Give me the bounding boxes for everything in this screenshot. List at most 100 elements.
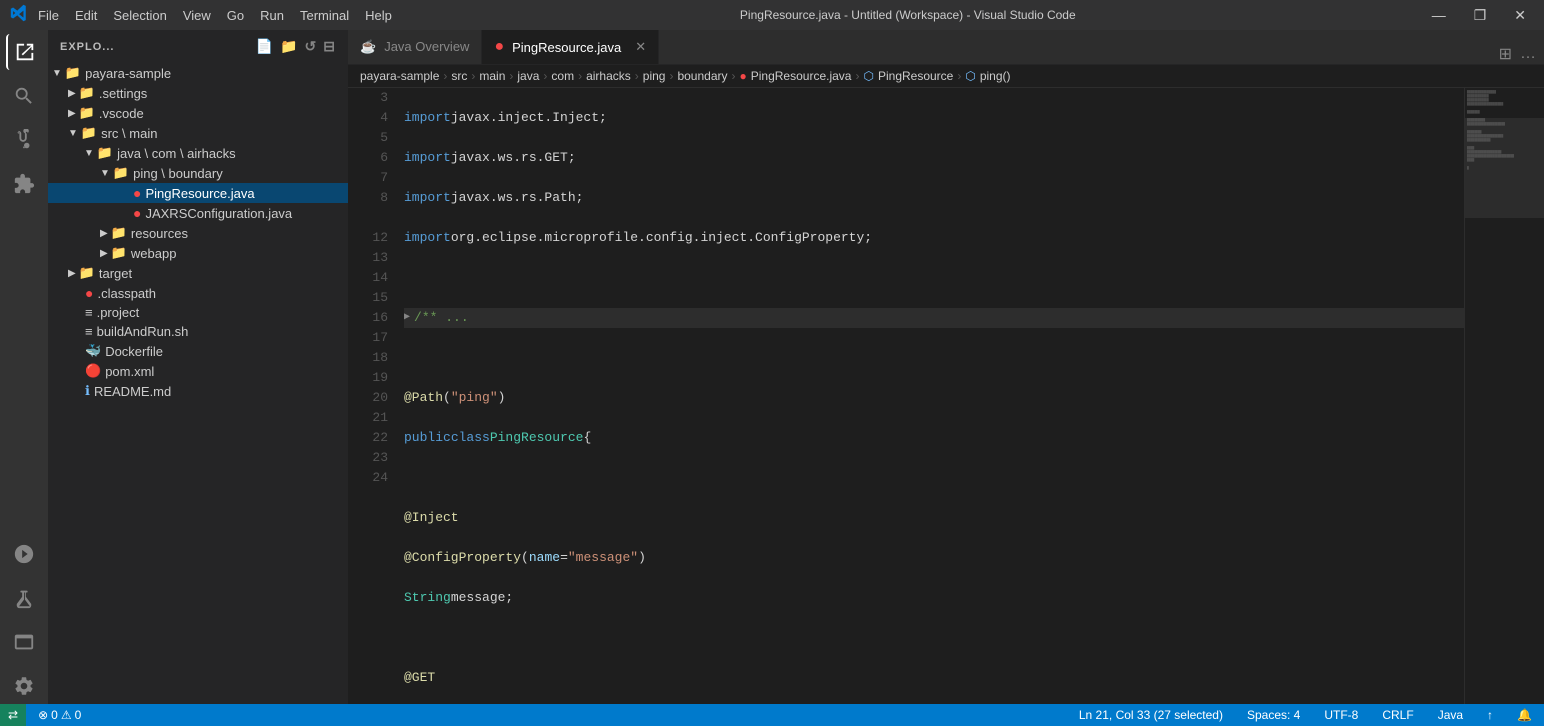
activity-remote[interactable] [6, 624, 42, 660]
breadcrumb-ping[interactable]: ping [643, 69, 666, 83]
tree-item-settings[interactable]: ▶ 📁 .settings [48, 83, 348, 103]
titlebar: File Edit Selection View Go Run Terminal… [0, 0, 1544, 30]
menu-terminal[interactable]: Terminal [300, 8, 349, 23]
activity-source-control[interactable] [6, 122, 42, 158]
editor-area: ☕ Java Overview ● PingResource.java ✕ ⊞ … [348, 30, 1544, 704]
sidebar-title: EXPLO... [60, 41, 114, 53]
fold-arrow-icon[interactable]: ▶ [404, 308, 410, 328]
sync-icon[interactable]: ↑ [1483, 708, 1497, 722]
folder-icon: 📁 [113, 165, 129, 181]
menu-selection[interactable]: Selection [113, 8, 166, 23]
folder-icon: 📁 [111, 245, 127, 261]
tree-item-label: JAXRSConfiguration.java [145, 206, 292, 221]
warning-number: 0 [75, 708, 82, 722]
code-editor[interactable]: 3 4 5 6 7 8 12 13 14 15 16 17 18 19 20 2… [348, 88, 1544, 704]
code-line-19: @GET [404, 668, 1464, 688]
more-actions-icon[interactable]: … [1520, 45, 1536, 63]
new-file-icon[interactable]: 📄 [256, 38, 274, 55]
chevron-right-icon: ▶ [68, 88, 76, 99]
code-line-5: import javax.ws.rs.Path; [404, 188, 1464, 208]
menu-run[interactable]: Run [260, 8, 284, 23]
tree-item-label: resources [131, 226, 188, 241]
breadcrumb-pingresource-class[interactable]: PingResource [878, 69, 953, 83]
code-line-12: @Path("ping") [404, 388, 1464, 408]
language-mode[interactable]: Java [1434, 708, 1467, 722]
tree-item-target[interactable]: ▶ 📁 target [48, 263, 348, 283]
tree-item-label: java \ com \ airhacks [117, 146, 236, 161]
tab-pingresource[interactable]: ● PingResource.java ✕ [482, 30, 659, 64]
main-layout: EXPLO... 📄 📁 ↺ ⊟ ▼ 📁 payara-sample ▶ 📁 .… [0, 30, 1544, 704]
chevron-down-icon: ▼ [100, 168, 110, 179]
folder-icon: 📁 [79, 85, 95, 101]
activity-extensions[interactable] [6, 166, 42, 202]
breadcrumb-src[interactable]: src [451, 69, 467, 83]
code-line-gap [404, 348, 1464, 368]
notification-icon[interactable]: 🔔 [1513, 708, 1536, 722]
breadcrumb-ping-method[interactable]: ping() [980, 69, 1011, 83]
tree-item-pingresource[interactable]: ● PingResource.java [48, 183, 348, 203]
menu-help[interactable]: Help [365, 8, 392, 23]
line-ending[interactable]: CRLF [1378, 708, 1417, 722]
code-line-6: import org.eclipse.microprofile.config.i… [404, 228, 1464, 248]
close-icon[interactable]: ✕ [635, 39, 646, 55]
tab-java-overview[interactable]: ☕ Java Overview [348, 30, 482, 64]
error-count[interactable]: ⊗ 0 ⚠ 0 [34, 708, 85, 722]
xml-icon: 🔴 [85, 363, 101, 379]
chevron-down-icon: ▼ [68, 128, 78, 139]
tree-item-ping-boundary[interactable]: ▼ 📁 ping \ boundary [48, 163, 348, 183]
tree-item-dockerfile[interactable]: 🐳 Dockerfile [48, 341, 348, 361]
menu-edit[interactable]: Edit [75, 8, 97, 23]
breadcrumb-pingresource-file[interactable]: PingResource.java [751, 69, 852, 83]
activity-run-debug[interactable] [6, 536, 42, 572]
new-folder-icon[interactable]: 📁 [280, 38, 298, 55]
java-icon: ☕ [360, 39, 376, 55]
activity-search[interactable] [6, 78, 42, 114]
encoding[interactable]: UTF-8 [1320, 708, 1362, 722]
tree-item-webapp[interactable]: ▶ 📁 webapp [48, 243, 348, 263]
breadcrumb-main[interactable]: main [479, 69, 505, 83]
tree-item-classpath[interactable]: ● .classpath [48, 283, 348, 303]
activity-explorer[interactable] [6, 34, 42, 70]
error-dot-icon: ● [133, 185, 141, 201]
info-icon: ℹ [85, 383, 90, 399]
folder-icon: 📁 [81, 125, 97, 141]
tree-item-payara-sample[interactable]: ▼ 📁 payara-sample [48, 63, 348, 83]
menu-go[interactable]: Go [227, 8, 244, 23]
activity-settings[interactable] [6, 668, 42, 704]
minimize-button[interactable]: — [1424, 5, 1454, 26]
refresh-icon[interactable]: ↺ [305, 38, 318, 55]
split-editor-icon[interactable]: ⊞ [1499, 44, 1512, 64]
tree-item-buildandrun[interactable]: ≡ buildAndRun.sh [48, 322, 348, 341]
collapse-all-icon[interactable]: ⊟ [323, 38, 336, 55]
tree-item-project[interactable]: ≡ .project [48, 303, 348, 322]
breadcrumb-boundary[interactable]: boundary [677, 69, 727, 83]
menu-view[interactable]: View [183, 8, 211, 23]
tree-item-src-main[interactable]: ▼ 📁 src \ main [48, 123, 348, 143]
breadcrumb-com[interactable]: com [551, 69, 574, 83]
warning-icon: ⚠ [61, 708, 72, 722]
breadcrumb-airhacks[interactable]: airhacks [586, 69, 631, 83]
close-button[interactable]: ✕ [1506, 5, 1534, 26]
remote-icon[interactable]: ⇄ [0, 704, 26, 726]
window-controls: — ❐ ✕ [1424, 5, 1534, 26]
code-content[interactable]: import javax.inject.Inject; import javax… [396, 88, 1464, 704]
code-line-18 [404, 628, 1464, 648]
tree-item-pom[interactable]: 🔴 pom.xml [48, 361, 348, 381]
tree-item-java-com[interactable]: ▼ 📁 java \ com \ airhacks [48, 143, 348, 163]
folder-icon: 📁 [79, 265, 95, 281]
menu-file[interactable]: File [38, 8, 59, 23]
activity-flask[interactable] [6, 580, 42, 616]
tree-item-jaxrs[interactable]: ● JAXRSConfiguration.java [48, 203, 348, 223]
tree-item-resources[interactable]: ▶ 📁 resources [48, 223, 348, 243]
code-line-3: import javax.inject.Inject; [404, 108, 1464, 128]
tree-item-readme[interactable]: ℹ README.md [48, 381, 348, 401]
breadcrumb-payara[interactable]: payara-sample [360, 69, 439, 83]
tree-item-label: target [99, 266, 132, 281]
sidebar: EXPLO... 📄 📁 ↺ ⊟ ▼ 📁 payara-sample ▶ 📁 .… [48, 30, 348, 704]
code-line-13: public class PingResource { [404, 428, 1464, 448]
spaces[interactable]: Spaces: 4 [1243, 708, 1304, 722]
breadcrumb-java[interactable]: java [517, 69, 539, 83]
cursor-position[interactable]: Ln 21, Col 33 (27 selected) [1075, 708, 1227, 722]
tree-item-vscode[interactable]: ▶ 📁 .vscode [48, 103, 348, 123]
maximize-button[interactable]: ❐ [1466, 5, 1495, 26]
